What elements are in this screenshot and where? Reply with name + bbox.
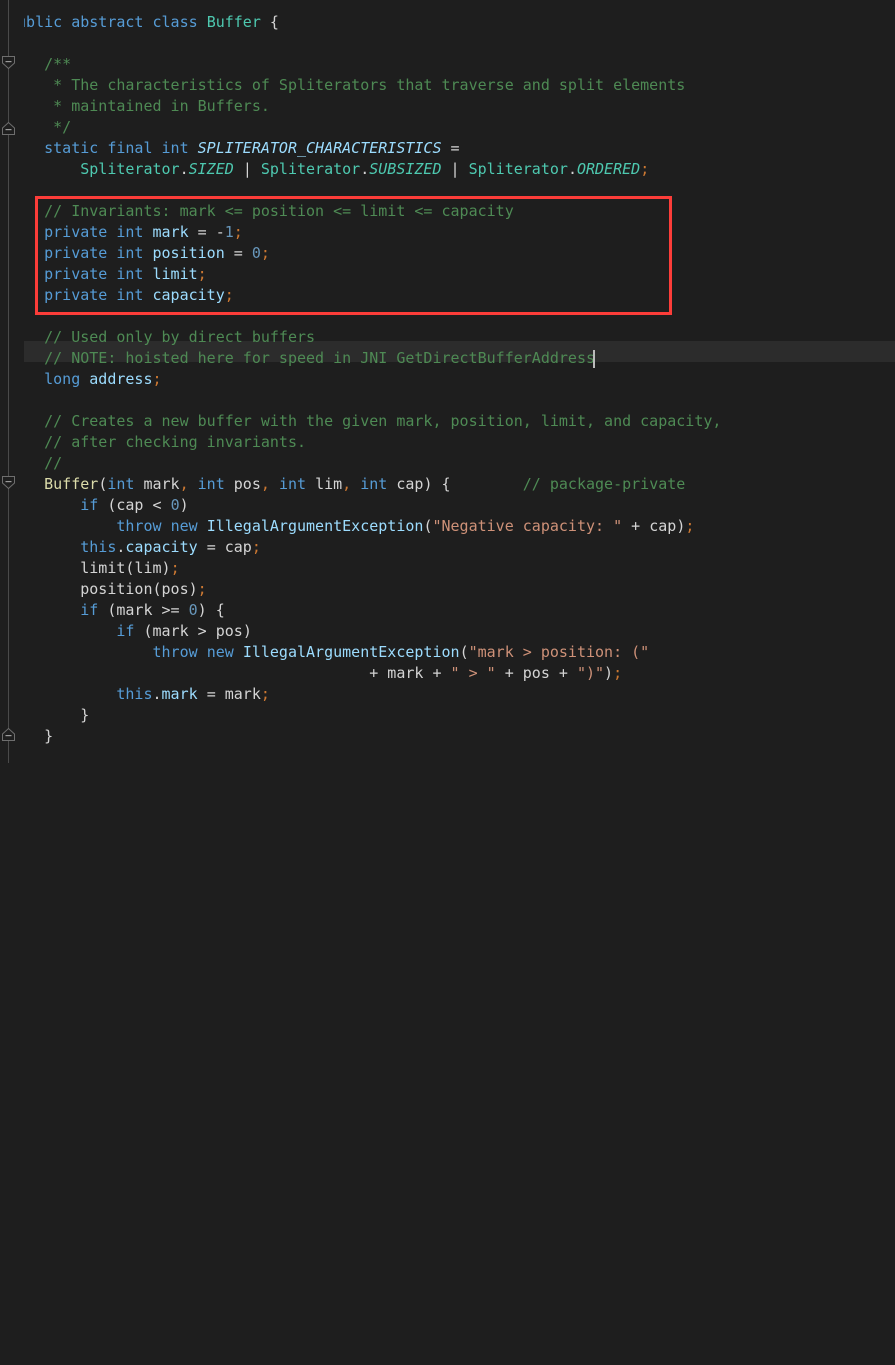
code-line[interactable]: Spliterator.SIZED | Spliterator.SUBSIZED… xyxy=(0,159,649,180)
code-line[interactable]: static final int SPLITERATOR_CHARACTERIS… xyxy=(0,138,459,159)
fold-expand-javadoc-end-icon[interactable] xyxy=(1,121,16,136)
code-line[interactable]: this.capacity = cap; xyxy=(0,537,261,558)
code-line[interactable]: position(pos); xyxy=(0,579,206,600)
code-line[interactable]: limit(lim); xyxy=(0,558,179,579)
code-line[interactable]: * maintained in Buffers. xyxy=(0,96,270,117)
editor-gutter[interactable] xyxy=(0,0,24,763)
code-line[interactable]: throw new IllegalArgumentException("mark… xyxy=(0,642,650,663)
fold-rail xyxy=(8,0,9,763)
code-line[interactable]: // Invariants: mark <= position <= limit… xyxy=(0,201,514,222)
code-line[interactable]: private int capacity; xyxy=(0,285,234,306)
code-line[interactable]: + mark + " > " + pos + ")"); xyxy=(0,663,622,684)
code-line[interactable]: if (mark >= 0) { xyxy=(0,600,225,621)
code-line[interactable]: // after checking invariants. xyxy=(0,432,306,453)
fold-expand-constructor-end-icon[interactable] xyxy=(1,727,16,742)
fold-collapse-constructor-icon[interactable] xyxy=(1,475,16,490)
code-line[interactable]: private int limit; xyxy=(0,264,207,285)
code-line[interactable]: Buffer(int mark, int pos, int lim, int c… xyxy=(0,474,685,495)
code-line[interactable]: long address; xyxy=(0,369,161,390)
code-line[interactable]: private int mark = -1; xyxy=(0,222,243,243)
code-line[interactable]: throw new IllegalArgumentException("Nega… xyxy=(0,516,694,537)
code-line[interactable]: public abstract class Buffer { xyxy=(0,12,279,33)
code-editor[interactable]: public abstract class Buffer { /** * The… xyxy=(0,0,895,763)
code-content[interactable]: public abstract class Buffer { /** * The… xyxy=(0,0,895,763)
code-line[interactable]: // Used only by direct buffers xyxy=(0,327,315,348)
code-line[interactable]: this.mark = mark; xyxy=(0,684,270,705)
code-line[interactable]: if (mark > pos) xyxy=(0,621,251,642)
code-line[interactable]: private int position = 0; xyxy=(0,243,270,264)
code-line[interactable]: if (cap < 0) xyxy=(0,495,188,516)
fold-collapse-javadoc-icon[interactable] xyxy=(1,55,16,70)
code-line[interactable]: * The characteristics of Spliterators th… xyxy=(0,75,685,96)
code-line[interactable]: // Creates a new buffer with the given m… xyxy=(0,411,721,432)
text-caret xyxy=(593,350,595,368)
code-line-current[interactable]: // NOTE: hoisted here for speed in JNI G… xyxy=(0,348,595,369)
